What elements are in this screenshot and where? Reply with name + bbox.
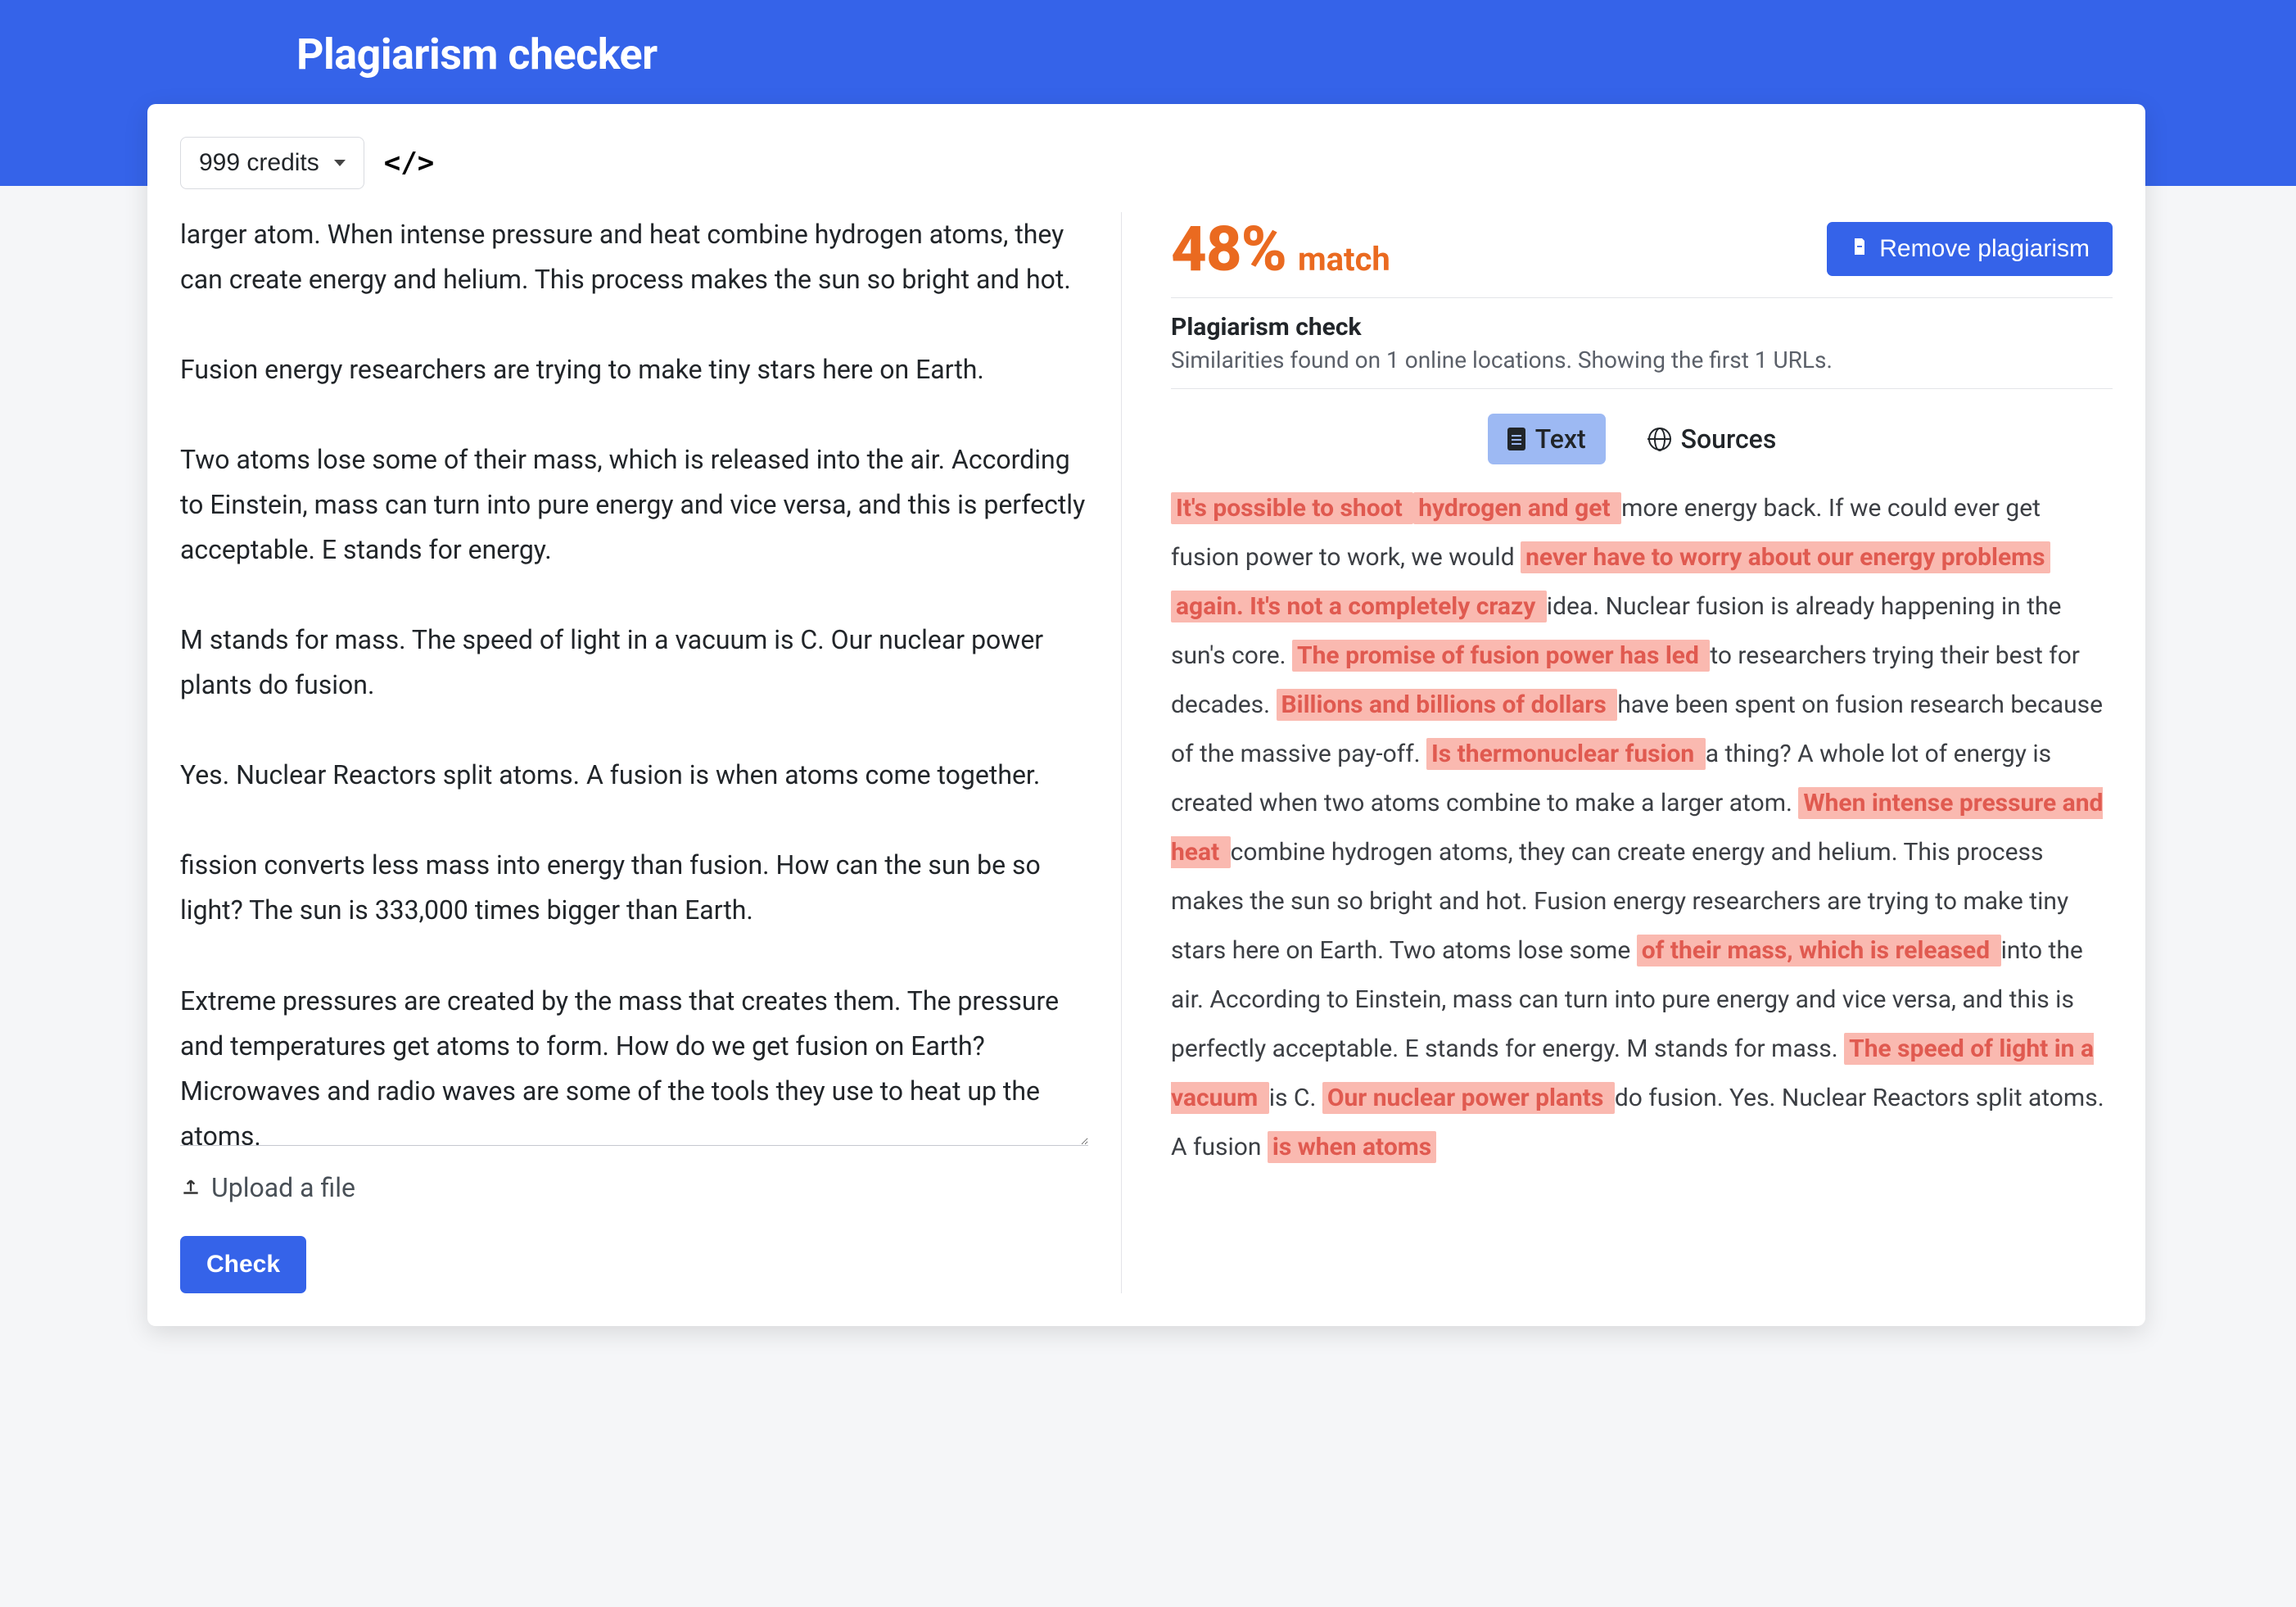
- credits-dropdown[interactable]: 999 credits: [180, 137, 364, 189]
- globe-icon: [1648, 428, 1671, 450]
- result-subtitle: Plagiarism check: [1171, 313, 2113, 342]
- result-header: 48% match Remove plagiarism: [1171, 212, 2113, 298]
- highlighted-text: is when atoms: [1268, 1131, 1436, 1163]
- highlighted-text: Billions and billions of dollars: [1277, 689, 1618, 721]
- upload-label: Upload a file: [211, 1172, 355, 1203]
- toolbar: 999 credits </>: [180, 137, 2113, 189]
- file-icon: [1507, 428, 1525, 450]
- result-description: Similarities found on 1 online locations…: [1171, 346, 2113, 373]
- highlighted-text: never have to worry about our energy pro…: [1521, 541, 2050, 573]
- check-button[interactable]: Check: [180, 1236, 306, 1293]
- highlighted-text: hydrogen and get: [1413, 492, 1621, 524]
- tab-sources[interactable]: Sources: [1629, 414, 1797, 464]
- highlighted-text: of their mass, which is released: [1637, 935, 2001, 966]
- highlighted-text: Is thermonuclear fusion: [1426, 738, 1706, 770]
- highlighted-text: It's possible to shoot: [1171, 492, 1413, 524]
- document-icon: [1850, 235, 1869, 263]
- page-title: Plagiarism checker: [296, 29, 2000, 79]
- remove-plagiarism-label: Remove plagiarism: [1879, 235, 2090, 263]
- upload-file-button[interactable]: Upload a file: [180, 1172, 1088, 1203]
- match-percent: 48%: [1171, 212, 1286, 286]
- upload-icon: [180, 1177, 201, 1198]
- highlighted-text: again. It's not a completely crazy: [1171, 591, 1547, 622]
- result-text-body: It's possible to shoot hydrogen and get …: [1171, 484, 2113, 1172]
- input-panel: Upload a file Check: [180, 212, 1122, 1293]
- highlighted-text: The promise of fusion power has led: [1292, 640, 1710, 672]
- text-input[interactable]: [180, 212, 1088, 1146]
- main-card: 999 credits </> Upload a file Check: [147, 104, 2145, 1326]
- credits-label: 999 credits: [199, 149, 319, 177]
- match-label: match: [1298, 240, 1390, 278]
- result-tabs: Text Sources: [1171, 389, 2113, 484]
- chevron-down-icon: [334, 160, 346, 166]
- plain-text: is C.: [1269, 1084, 1322, 1112]
- result-panel: 48% match Remove plagiarism Plagiarism c…: [1171, 212, 2113, 1293]
- remove-plagiarism-button[interactable]: Remove plagiarism: [1827, 222, 2113, 276]
- code-icon[interactable]: </>: [384, 147, 434, 179]
- result-subheader: Plagiarism check Similarities found on 1…: [1171, 298, 2113, 389]
- tab-text-label: Text: [1535, 423, 1586, 455]
- highlighted-text: Our nuclear power plants: [1322, 1082, 1615, 1114]
- tab-text[interactable]: Text: [1488, 414, 1606, 464]
- tab-sources-label: Sources: [1681, 423, 1777, 455]
